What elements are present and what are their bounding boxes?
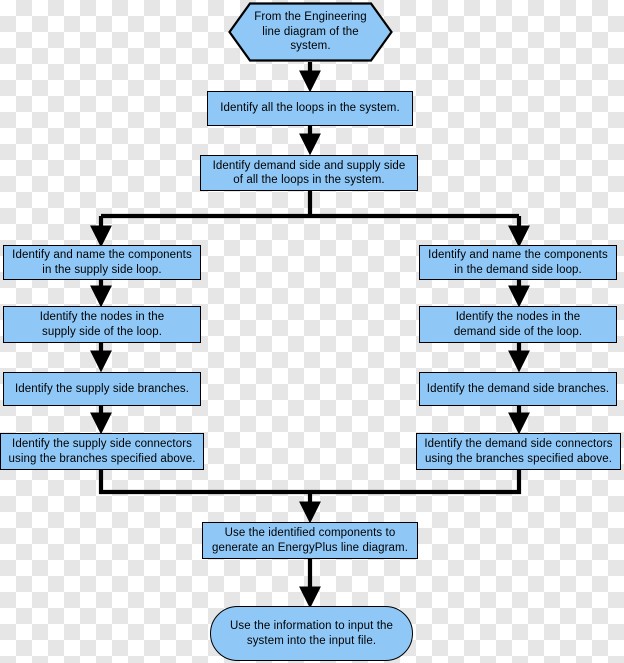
node-generate-line-diagram[interactable]: Use the identified components to generat… [202, 522, 418, 559]
node-input-file[interactable]: Use the information to input the system … [210, 606, 413, 661]
node-supply-branches[interactable]: Identify the supply side branches. [3, 372, 201, 406]
node-supply-components-label: Identify and name the components in the … [12, 249, 192, 276]
edge-merge-bar [98, 470, 522, 495]
node-demand-branches-label: Identify the demand side branches. [426, 382, 610, 395]
node-identify-demand-supply[interactable]: Identify demand side and supply side of … [200, 155, 418, 191]
node-identify-demand-supply-label: Identify demand side and supply side of … [212, 159, 406, 187]
node-identify-loops-label: Identify all the loops in the system. [220, 102, 400, 115]
flowchart-canvas: From the Engineering line diagram of the… [0, 0, 624, 663]
node-demand-components-label: Identify and name the components in the … [428, 249, 608, 276]
node-demand-nodes-label: Identify the nodes in the demand side of… [453, 311, 583, 338]
node-start[interactable]: From the Engineering line diagram of the… [228, 2, 393, 62]
node-supply-connectors[interactable]: Identify the supply side connectors usin… [0, 433, 204, 470]
node-demand-nodes[interactable]: Identify the nodes in the demand side of… [419, 306, 617, 343]
node-supply-connectors-label: Identify the supply side connectors usin… [8, 438, 196, 465]
node-start-label: From the Engineering line diagram of the… [254, 11, 367, 53]
node-supply-nodes[interactable]: Identify the nodes in the supply side of… [3, 306, 201, 343]
node-demand-components[interactable]: Identify and name the components in the … [419, 245, 617, 280]
node-demand-branches[interactable]: Identify the demand side branches. [419, 372, 617, 406]
node-input-file-label: Use the information to input the system … [229, 620, 393, 647]
node-identify-loops[interactable]: Identify all the loops in the system. [207, 91, 413, 126]
node-supply-branches-label: Identify the supply side branches. [14, 382, 190, 395]
node-supply-nodes-label: Identify the nodes in the supply side of… [39, 311, 165, 338]
node-demand-connectors-label: Identify the demand side connectors usin… [424, 438, 613, 465]
node-demand-connectors[interactable]: Identify the demand side connectors usin… [416, 433, 621, 470]
node-supply-components[interactable]: Identify and name the components in the … [3, 245, 201, 280]
node-generate-line-diagram-label: Use the identified components to generat… [211, 527, 409, 554]
